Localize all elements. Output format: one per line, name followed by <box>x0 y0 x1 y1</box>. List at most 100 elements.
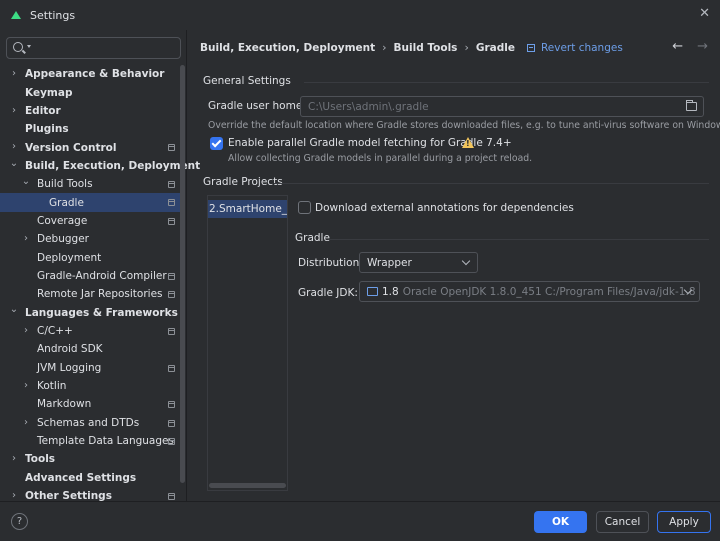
nav-arrows: ← → <box>672 39 708 54</box>
android-studio-icon <box>10 9 22 21</box>
project-scope-icon <box>168 419 175 427</box>
chevron-right-icon[interactable]: › <box>9 490 19 501</box>
sidebar-item-schemas-and-dtds[interactable]: › Schemas and DTDs <box>0 414 180 432</box>
sidebar-item-label: Gradle-Android Compiler <box>37 269 167 282</box>
chevron-right-icon[interactable]: › <box>21 417 31 428</box>
sidebar-item-label: Remote Jar Repositories <box>37 288 163 301</box>
sidebar-item-jvm-logging[interactable]: JVM Logging <box>0 359 180 377</box>
sidebar-item-label: Kotlin <box>37 380 67 393</box>
breadcrumb-build-tools[interactable]: Build Tools <box>394 42 458 54</box>
breadcrumb-separator: › <box>464 41 469 54</box>
project-scope-icon <box>168 327 175 335</box>
back-arrow-icon[interactable]: ← <box>672 39 683 54</box>
sidebar-item-label: Markdown <box>37 398 92 411</box>
sidebar-item-build-tools[interactable]: ⌄ Build Tools <box>0 175 180 193</box>
gradle-jdk-dropdown[interactable]: 1.8 Oracle OpenJDK 1.8.0_451 C:/Program … <box>359 281 700 302</box>
gradle-user-home-value: C:\Users\admin\.gradle <box>308 100 429 113</box>
close-icon[interactable]: ✕ <box>699 6 710 21</box>
sidebar-item-gradle-android-compiler[interactable]: Gradle-Android Compiler <box>0 267 180 285</box>
sidebar-item-template-data-languages[interactable]: Template Data Languages <box>0 432 180 450</box>
gradle-user-home-label: Gradle user home: <box>208 100 306 112</box>
jdk-detail: Oracle OpenJDK 1.8.0_451 C:/Program File… <box>402 285 696 298</box>
dialog-footer: ? OK Cancel Apply <box>0 501 720 541</box>
sidebar-item-editor[interactable]: › Editor <box>0 102 180 120</box>
forward-arrow-icon[interactable]: → <box>697 39 708 54</box>
sidebar-scrollbar[interactable] <box>180 65 185 483</box>
sidebar-item-label: Android SDK <box>37 343 103 356</box>
sidebar-item-coverage[interactable]: Coverage <box>0 212 180 230</box>
sidebar-item-c-c[interactable]: › C/C++ <box>0 322 180 340</box>
chevron-right-icon[interactable]: › <box>9 453 19 464</box>
chevron-right-icon[interactable]: › <box>21 380 31 391</box>
sidebar-item-deployment[interactable]: Deployment <box>0 248 180 266</box>
breadcrumb-build-execution[interactable]: Build, Execution, Deployment <box>200 42 375 54</box>
project-scope-icon <box>168 291 175 299</box>
sidebar-item-label: Gradle <box>49 196 84 209</box>
settings-content: Build, Execution, Deployment › Build Too… <box>188 30 720 501</box>
chevron-right-icon[interactable]: › <box>9 105 19 116</box>
sidebar-item-advanced-settings[interactable]: Advanced Settings <box>0 469 180 487</box>
folder-icon[interactable] <box>686 100 697 111</box>
project-scope-icon <box>168 401 175 409</box>
sidebar-item-version-control[interactable]: › Version Control <box>0 138 180 156</box>
sidebar-item-keymap[interactable]: Keymap <box>0 83 180 101</box>
ok-button[interactable]: OK <box>534 511 587 533</box>
settings-tree: › Appearance & Behavior Keymap › Editor Plugi… <box>0 65 200 505</box>
project-scope-icon <box>526 43 535 52</box>
sidebar-item-languages-frameworks[interactable]: ⌄ Languages & Frameworks <box>0 303 180 321</box>
sidebar-item-appearance-behavior[interactable]: › Appearance & Behavior <box>0 65 180 83</box>
project-scope-icon <box>168 144 175 152</box>
project-scope-icon <box>168 217 175 225</box>
sidebar-item-label: Version Control <box>25 141 117 154</box>
download-annotations-label[interactable]: Download external annotations for depend… <box>315 202 574 214</box>
chevron-right-icon[interactable]: › <box>21 233 31 244</box>
sidebar-item-label: Plugins <box>25 123 69 136</box>
search-input[interactable] <box>6 37 181 59</box>
chevron-down-icon[interactable]: ⌄ <box>9 304 19 315</box>
chevron-right-icon[interactable]: › <box>9 141 19 152</box>
sidebar-item-label: Appearance & Behavior <box>25 68 165 81</box>
sidebar-item-gradle[interactable]: Gradle <box>0 193 180 212</box>
distribution-dropdown[interactable]: Wrapper <box>359 252 478 273</box>
sidebar-item-android-sdk[interactable]: Android SDK <box>0 340 180 358</box>
sidebar-item-debugger[interactable]: › Debugger <box>0 230 180 248</box>
download-annotations-checkbox[interactable] <box>298 201 311 214</box>
sidebar-item-plugins[interactable]: Plugins <box>0 120 180 138</box>
projects-scrollbar[interactable] <box>209 483 286 488</box>
list-item[interactable]: 2.SmartHome_App <box>208 200 287 218</box>
apply-button[interactable]: Apply <box>657 511 711 533</box>
sidebar-item-build-execution-deployment[interactable]: ⌄ Build, Execution, Deployment <box>0 157 200 175</box>
chevron-right-icon[interactable]: › <box>9 68 19 79</box>
revert-changes-label: Revert changes <box>540 41 623 54</box>
chevron-down-icon[interactable]: ⌄ <box>9 158 19 169</box>
sidebar-item-label: Debugger <box>37 233 89 246</box>
sidebar-item-label: C/C++ <box>37 324 73 337</box>
revert-changes-link[interactable]: Revert changes <box>526 41 623 54</box>
cancel-button[interactable]: Cancel <box>596 511 649 533</box>
project-scope-icon <box>168 437 175 445</box>
sidebar-item-remote-jar-repositories[interactable]: Remote Jar Repositories <box>0 285 180 303</box>
breadcrumb: Build, Execution, Deployment › Build Too… <box>200 41 623 54</box>
sidebar-item-label: Languages & Frameworks <box>25 306 178 319</box>
gradle-section-title: Gradle <box>295 232 330 244</box>
project-scope-icon <box>168 364 175 372</box>
settings-sidebar: › Appearance & Behavior Keymap › Editor Plugi… <box>0 30 200 502</box>
title-bar: Settings ✕ <box>0 0 720 30</box>
sidebar-item-markdown[interactable]: Markdown <box>0 395 180 413</box>
gradle-projects-list: 2.SmartHome_App <box>207 195 288 491</box>
sidebar-item-label: Coverage <box>37 214 88 227</box>
distribution-label: Distribution: <box>298 257 363 269</box>
sidebar-item-kotlin[interactable]: › Kotlin <box>0 377 180 395</box>
sidebar-item-tools[interactable]: › Tools <box>0 450 180 468</box>
chevron-down-icon <box>461 256 471 266</box>
help-icon[interactable]: ? <box>11 513 28 530</box>
gradle-user-home-field[interactable]: C:\Users\admin\.gradle <box>300 96 704 117</box>
sidebar-item-label: Build, Execution, Deployment <box>25 159 201 172</box>
project-scope-icon <box>168 272 175 280</box>
section-divider <box>329 239 709 240</box>
chevron-down-icon[interactable]: ⌄ <box>21 176 31 187</box>
parallel-fetching-checkbox[interactable] <box>210 137 223 150</box>
chevron-right-icon[interactable]: › <box>21 325 31 336</box>
project-scope-icon <box>168 181 175 189</box>
gradle-projects-title: Gradle Projects <box>203 176 283 188</box>
